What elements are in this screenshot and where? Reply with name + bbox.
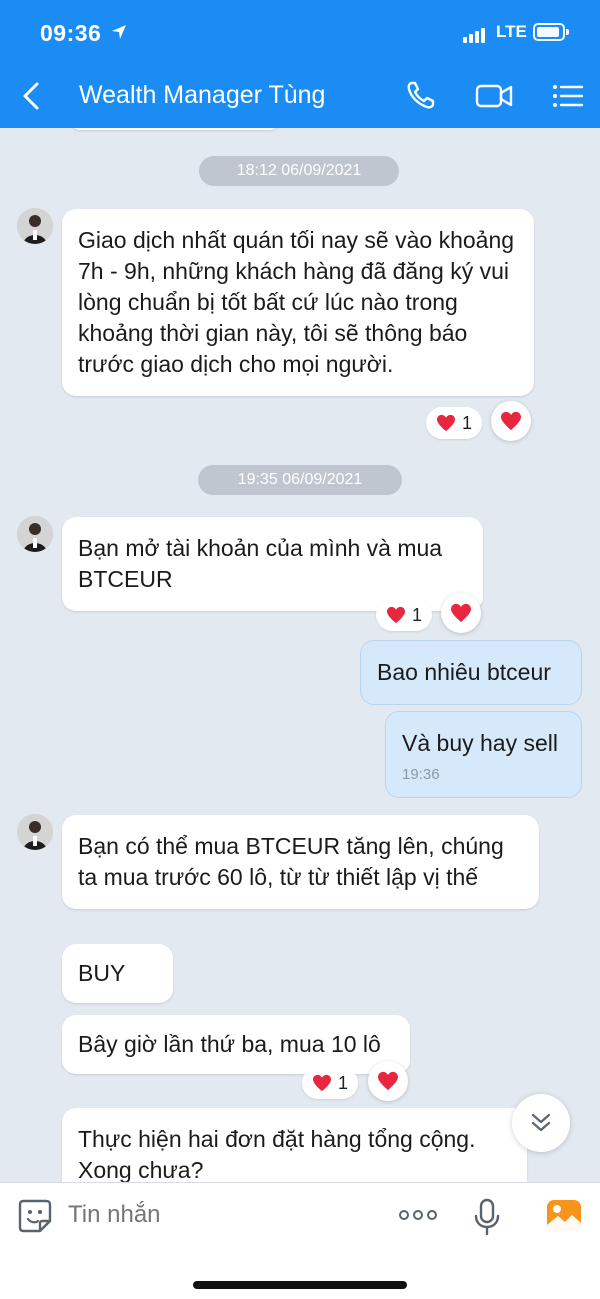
more-options-icon[interactable] bbox=[396, 1205, 440, 1225]
message-text: Thực hiện hai đơn đặt hàng tổng cộng. Xo… bbox=[78, 1126, 476, 1182]
heart-icon bbox=[313, 1074, 331, 1092]
avatar[interactable] bbox=[17, 208, 53, 244]
heart-icon bbox=[451, 603, 471, 623]
outgoing-message[interactable]: Và buy hay sell 19:36 bbox=[385, 711, 582, 798]
reaction-count-label: 1 bbox=[412, 605, 423, 625]
message-text: Bao nhiêu btceur bbox=[377, 659, 551, 685]
message-text: BUY bbox=[78, 960, 126, 986]
reaction-count[interactable]: 1 bbox=[376, 599, 433, 631]
message-text: Và buy hay sell bbox=[402, 730, 558, 756]
incoming-message[interactable]: Bạn mở tài khoản của mình và mua BTCEUR bbox=[62, 517, 483, 611]
avatar[interactable] bbox=[17, 516, 53, 552]
heart-icon bbox=[437, 414, 455, 432]
message-time: 19:36 bbox=[402, 766, 440, 783]
signal-icon bbox=[463, 25, 487, 43]
incoming-message[interactable]: Thực hiện hai đơn đặt hàng tổng cộng. Xo… bbox=[62, 1108, 527, 1182]
outgoing-message[interactable]: Bao nhiêu btceur bbox=[360, 640, 582, 705]
timestamp-divider: 19:35 06/09/2021 bbox=[198, 465, 402, 495]
scroll-to-bottom-button[interactable] bbox=[512, 1094, 570, 1152]
heart-icon bbox=[387, 606, 405, 624]
reaction-count[interactable]: 1 bbox=[302, 1067, 359, 1099]
location-arrow-icon bbox=[112, 25, 126, 39]
message-text: Bây giờ lần thứ ba, mua 10 lô bbox=[78, 1031, 381, 1057]
chat-header: 09:36 LTE Wealth Manager Tùng bbox=[0, 0, 600, 128]
menu-list-icon[interactable] bbox=[548, 78, 588, 114]
reaction-count-label: 1 bbox=[462, 413, 473, 433]
reaction-count-label: 1 bbox=[338, 1073, 349, 1093]
previous-message-bubble bbox=[70, 128, 280, 130]
phone-call-icon[interactable] bbox=[402, 78, 442, 114]
react-button[interactable] bbox=[441, 593, 481, 633]
reaction-count[interactable]: 1 bbox=[426, 407, 483, 439]
home-indicator bbox=[193, 1281, 407, 1289]
network-label: LTE bbox=[496, 22, 527, 41]
image-gallery-icon[interactable] bbox=[545, 1197, 583, 1235]
status-time: 09:36 bbox=[40, 20, 102, 46]
back-icon[interactable] bbox=[14, 78, 50, 114]
avatar[interactable] bbox=[17, 814, 53, 850]
heart-icon bbox=[501, 411, 521, 431]
react-button[interactable] bbox=[491, 401, 531, 441]
react-button[interactable] bbox=[368, 1061, 408, 1101]
incoming-message[interactable]: Giao dịch nhất quán tối nay sẽ vào khoản… bbox=[62, 209, 534, 396]
message-text: Bạn mở tài khoản của mình và mua BTCEUR bbox=[78, 535, 443, 592]
microphone-icon[interactable] bbox=[472, 1197, 502, 1237]
video-call-icon[interactable] bbox=[474, 78, 514, 114]
incoming-message[interactable]: Bây giờ lần thứ ba, mua 10 lô bbox=[62, 1015, 410, 1074]
double-chevron-down-icon bbox=[531, 1113, 551, 1132]
sticker-emoji-icon[interactable] bbox=[16, 1197, 54, 1235]
incoming-message[interactable]: BUY bbox=[62, 944, 173, 1003]
battery-icon bbox=[533, 23, 569, 41]
message-text: Bạn có thể mua BTCEUR tăng lên, chúng ta… bbox=[78, 833, 504, 890]
message-list[interactable]: 18:12 06/09/2021 Giao dịch nhất quán tối… bbox=[0, 128, 600, 1182]
timestamp-divider: 18:12 06/09/2021 bbox=[199, 156, 399, 186]
heart-icon bbox=[378, 1071, 398, 1091]
message-input[interactable] bbox=[68, 1201, 368, 1229]
message-text: Giao dịch nhất quán tối nay sẽ vào khoản… bbox=[78, 227, 515, 377]
chat-title[interactable]: Wealth Manager Tùng bbox=[79, 81, 325, 110]
message-composer bbox=[0, 1182, 600, 1299]
incoming-message[interactable]: Bạn có thể mua BTCEUR tăng lên, chúng ta… bbox=[62, 815, 539, 909]
